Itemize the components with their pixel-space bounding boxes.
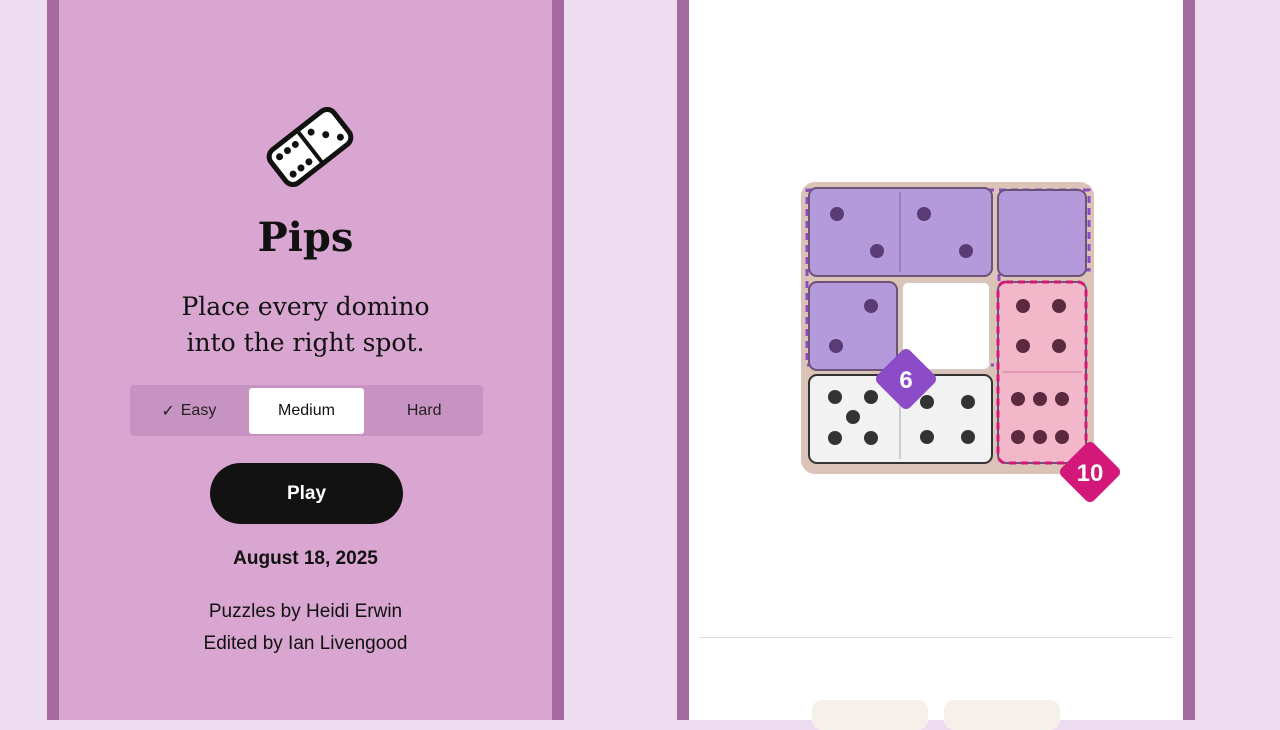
puzzle-author-credit: Puzzles by Heidi Erwin xyxy=(208,601,403,622)
domino-purple-left[interactable] xyxy=(808,281,898,371)
tagline-line-2: into the right spot. xyxy=(186,328,425,357)
difficulty-easy[interactable]: ✓ Easy xyxy=(131,388,247,434)
tagline-line-1: Place every domino xyxy=(181,292,430,321)
puzzle-date: August 18, 2025 xyxy=(233,548,378,569)
difficulty-medium-label: Medium xyxy=(278,401,335,419)
tagline: Place every domino into the right spot. xyxy=(59,289,552,361)
domino-purple-horizontal[interactable] xyxy=(808,187,993,277)
svg-text:6: 6 xyxy=(899,367,912,394)
domino-tray-slot-2[interactable] xyxy=(944,700,1060,730)
game-screen: 6 10 xyxy=(677,0,1195,730)
editor-credit: Edited by Ian Livengood xyxy=(203,633,408,654)
domino-tray-slot-1[interactable] xyxy=(812,700,928,730)
checkmark-icon: ✓ xyxy=(161,402,175,420)
difficulty-easy-label: Easy xyxy=(180,401,217,419)
start-screen: Pips Place every domino into the right s… xyxy=(47,0,564,720)
difficulty-selector: ✓ Easy Medium Hard xyxy=(130,385,483,436)
domino-pink-vertical[interactable] xyxy=(997,281,1087,464)
difficulty-hard[interactable]: Hard xyxy=(366,388,482,434)
svg-text:10: 10 xyxy=(1077,460,1104,487)
domino-logo-icon xyxy=(266,106,354,188)
puzzle-board: 6 10 xyxy=(801,182,1121,503)
game-title: Pips xyxy=(257,214,354,261)
play-button[interactable]: Play xyxy=(210,463,403,524)
tray-divider xyxy=(699,637,1173,638)
domino-purple-right[interactable] xyxy=(997,189,1087,277)
difficulty-hard-label: Hard xyxy=(406,401,442,419)
difficulty-medium[interactable]: Medium xyxy=(248,387,365,434)
